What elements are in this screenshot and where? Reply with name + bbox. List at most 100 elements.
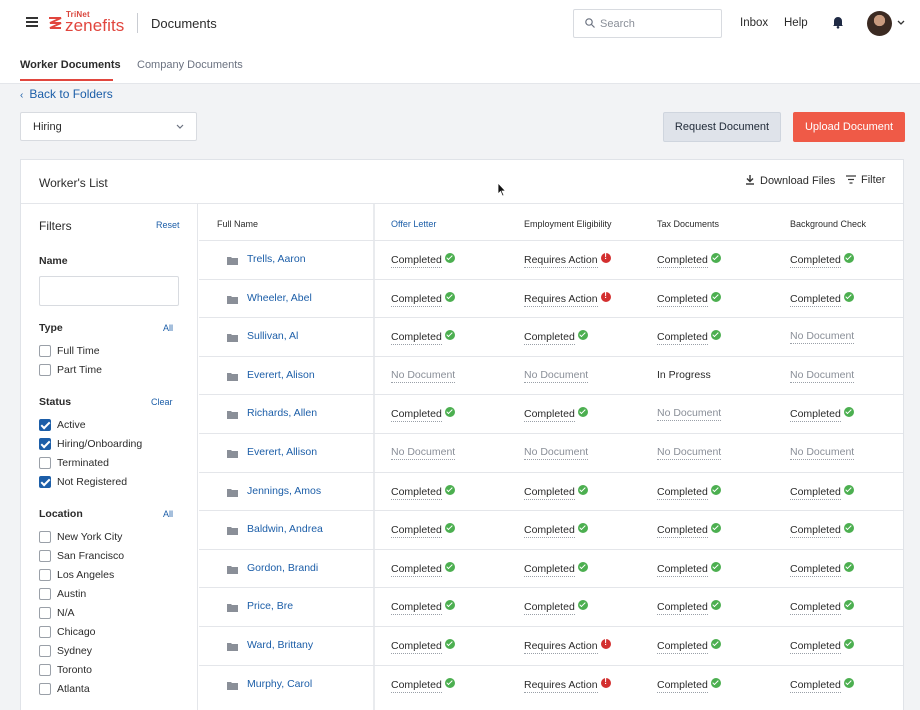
search-box[interactable] <box>573 9 722 38</box>
checkbox-checked[interactable] <box>39 419 51 431</box>
worker-name-link[interactable]: Sullivan, Al <box>247 330 298 342</box>
table-row[interactable]: Trells, Aaron Completed Requires Action Com… <box>199 240 903 278</box>
table-row[interactable]: Baldwin, Andrea Completed Completed Complet… <box>199 510 903 548</box>
document-status-cell[interactable]: No Document <box>391 446 456 460</box>
checkbox[interactable] <box>39 550 51 562</box>
checkbox[interactable] <box>39 531 51 543</box>
table-row[interactable]: Wheeler, Abel Completed Requires Action Com… <box>199 278 903 317</box>
document-status-cell[interactable]: Completed <box>524 600 588 616</box>
table-row[interactable]: Richards, Allen Completed Completed No Docu… <box>199 394 903 432</box>
worker-name-link[interactable]: Richards, Allen <box>247 407 317 419</box>
reset-filters-link[interactable]: Reset <box>156 220 180 230</box>
document-status-cell[interactable]: Completed <box>790 253 854 268</box>
document-status-cell[interactable]: Completed <box>657 561 721 577</box>
trinet-zenefits-logo[interactable]: TriNet zenefits <box>48 9 128 37</box>
tab-company-documents[interactable]: Company Documents <box>137 59 243 71</box>
document-status-cell[interactable]: Completed <box>391 677 455 693</box>
document-status-cell[interactable]: No Document <box>790 330 855 345</box>
worker-name-link[interactable]: Wheeler, Abel <box>247 292 312 304</box>
document-status-cell[interactable]: Completed <box>657 523 721 539</box>
checkbox-checked[interactable] <box>39 438 51 450</box>
document-status-cell[interactable]: Completed <box>391 561 455 577</box>
document-status-cell[interactable]: Completed <box>391 253 455 268</box>
document-status-cell[interactable]: Completed <box>790 484 854 500</box>
download-files-button[interactable]: Download Files <box>745 175 835 187</box>
document-status-cell[interactable]: Completed <box>524 523 588 539</box>
table-row[interactable]: Price, Bre Completed Completed Completed Com… <box>199 587 903 625</box>
back-to-folders-link[interactable]: ‹ Back to Folders <box>20 87 113 101</box>
document-status-cell[interactable]: Completed <box>391 291 455 307</box>
checkbox[interactable] <box>39 664 51 676</box>
document-status-cell[interactable]: Completed <box>391 330 455 346</box>
document-status-cell[interactable]: In Progress <box>657 369 711 381</box>
type-all-link[interactable]: All <box>163 323 173 333</box>
worker-name-link[interactable]: Everert, Alison <box>247 369 315 381</box>
filter-button[interactable]: Filter <box>846 174 885 186</box>
document-status-cell[interactable]: No Document <box>790 368 855 383</box>
chevron-down-icon[interactable] <box>897 20 905 26</box>
location-all-link[interactable]: All <box>163 509 173 519</box>
document-status-cell[interactable]: Completed <box>524 330 588 346</box>
request-document-button[interactable]: Request Document <box>663 112 781 142</box>
document-status-cell[interactable]: Completed <box>790 407 854 423</box>
table-row[interactable]: Jennings, Amos Completed Completed Complete… <box>199 471 903 510</box>
worker-name-link[interactable]: Jennings, Amos <box>247 485 321 497</box>
worker-name-link[interactable]: Trells, Aaron <box>247 253 306 265</box>
document-status-cell[interactable]: Completed <box>391 484 455 500</box>
document-status-cell[interactable]: No Document <box>391 368 456 383</box>
worker-name-link[interactable]: Baldwin, Andrea <box>247 523 323 535</box>
document-status-cell[interactable]: Completed <box>657 253 721 268</box>
document-status-cell[interactable]: Completed <box>790 523 854 539</box>
document-status-cell[interactable]: No Document <box>790 446 855 460</box>
document-status-cell[interactable]: Completed <box>657 600 721 616</box>
checkbox[interactable] <box>39 457 51 469</box>
checkbox[interactable] <box>39 569 51 581</box>
document-status-cell[interactable]: Completed <box>391 600 455 616</box>
checkbox[interactable] <box>39 626 51 638</box>
document-status-cell[interactable]: No Document <box>524 446 589 460</box>
table-row[interactable]: Everert, Alison No Document No Document In … <box>199 355 903 394</box>
checkbox[interactable] <box>39 345 51 357</box>
folder-select[interactable]: Hiring <box>20 112 197 141</box>
table-row[interactable]: Everert, Allison No Document No Document No… <box>199 433 903 471</box>
upload-document-button[interactable]: Upload Document <box>793 112 905 142</box>
document-status-cell[interactable]: Requires Action <box>524 638 611 654</box>
status-clear-link[interactable]: Clear <box>151 397 173 407</box>
column-header-full-name[interactable]: Full Name <box>217 219 258 229</box>
table-row[interactable]: Murphy, Carol Completed Requires Action Com… <box>199 664 903 703</box>
search-input[interactable] <box>600 15 715 32</box>
document-status-cell[interactable]: Completed <box>391 407 455 423</box>
document-status-cell[interactable]: No Document <box>657 407 722 422</box>
checkbox[interactable] <box>39 588 51 600</box>
table-row[interactable]: Gordon, Brandi Completed Completed Complete… <box>199 548 903 587</box>
document-status-cell[interactable]: Completed <box>524 484 588 500</box>
user-avatar[interactable] <box>867 11 892 36</box>
document-status-cell[interactable]: Completed <box>790 639 854 654</box>
worker-name-link[interactable]: Ward, Brittany <box>247 639 313 651</box>
checkbox[interactable] <box>39 683 51 695</box>
help-link[interactable]: Help <box>784 17 808 29</box>
worker-name-link[interactable]: Price, Bre <box>247 600 293 612</box>
column-header-tax-documents[interactable]: Tax Documents <box>657 219 719 229</box>
document-status-cell[interactable]: Completed <box>657 291 721 307</box>
column-header-offer-letter[interactable]: Offer Letter <box>391 219 436 229</box>
document-status-cell[interactable]: Completed <box>790 291 854 307</box>
column-header-background-check[interactable]: Background Check <box>790 219 866 229</box>
name-filter-input[interactable] <box>39 276 179 306</box>
checkbox[interactable] <box>39 645 51 657</box>
document-status-cell[interactable]: Completed <box>524 561 588 577</box>
checkbox[interactable] <box>39 607 51 619</box>
inbox-link[interactable]: Inbox <box>740 17 768 29</box>
document-status-cell[interactable]: Requires Action <box>524 252 611 268</box>
notification-bell-icon[interactable] <box>831 15 845 29</box>
checkbox-checked[interactable] <box>39 476 51 488</box>
document-status-cell[interactable]: Completed <box>391 523 455 539</box>
document-status-cell[interactable]: Completed <box>657 484 721 500</box>
document-status-cell[interactable]: Completed <box>524 407 588 423</box>
table-row[interactable]: Sullivan, Al Completed Completed Completed N… <box>199 317 903 355</box>
column-header-employment-eligibility[interactable]: Employment Eligibility <box>524 219 612 229</box>
table-row[interactable]: Ward, Brittany Completed Requires Action Co… <box>199 626 903 664</box>
document-status-cell[interactable]: Completed <box>657 639 721 654</box>
worker-name-link[interactable]: Murphy, Carol <box>247 678 312 690</box>
hamburger-menu-icon[interactable] <box>26 17 38 27</box>
